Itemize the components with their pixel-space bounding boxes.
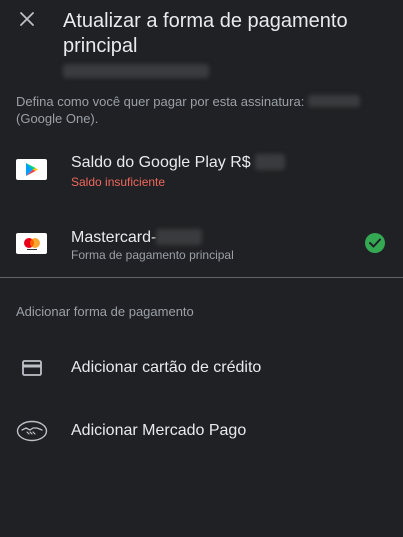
update-payment-screen: Atualizar a forma de pagamento principal… (0, 0, 403, 537)
payment-option-mastercard[interactable]: Mastercard- Forma de pagamento principal (0, 222, 403, 268)
selected-check-icon (365, 233, 385, 253)
payment-title: Mastercard- (71, 228, 203, 248)
redacted-card-number (156, 229, 203, 245)
credit-card-icon (16, 357, 48, 379)
handshake-icon (16, 420, 48, 442)
add-credit-card-label: Adicionar cartão de crédito (71, 359, 262, 376)
payment-option-google-play[interactable]: Saldo do Google Play R$ Saldo insuficien… (0, 145, 403, 201)
add-credit-card-button[interactable]: Adicionar cartão de crédito (0, 344, 403, 392)
close-icon (19, 11, 35, 32)
add-mercado-pago-label: Adicionar Mercado Pago (71, 422, 247, 439)
add-mercado-pago-button[interactable]: Adicionar Mercado Pago (0, 407, 403, 455)
page-title: Atualizar a forma de pagamento principal (63, 10, 348, 57)
payment-status-error: Saldo insuficiente (71, 175, 166, 189)
payment-title-text: Saldo do Google Play R$ (71, 154, 251, 171)
divider (0, 277, 403, 278)
google-play-icon (16, 159, 47, 180)
payment-subtitle: Forma de pagamento principal (71, 248, 234, 262)
mastercard-icon (16, 233, 47, 254)
close-button[interactable] (14, 8, 40, 34)
add-payment-section-header: Adicionar forma de pagamento (16, 304, 194, 319)
redacted-account (63, 64, 209, 78)
redacted-balance (255, 154, 286, 170)
description: Defina como você quer pagar por esta ass… (16, 93, 388, 127)
redacted-subscription (307, 95, 360, 107)
description-suffix: (Google One). (16, 111, 99, 126)
payment-title: Saldo do Google Play R$ (71, 153, 286, 173)
payment-title-text: Mastercard- (71, 229, 157, 246)
description-text: Defina como você quer pagar por esta ass… (16, 94, 305, 109)
